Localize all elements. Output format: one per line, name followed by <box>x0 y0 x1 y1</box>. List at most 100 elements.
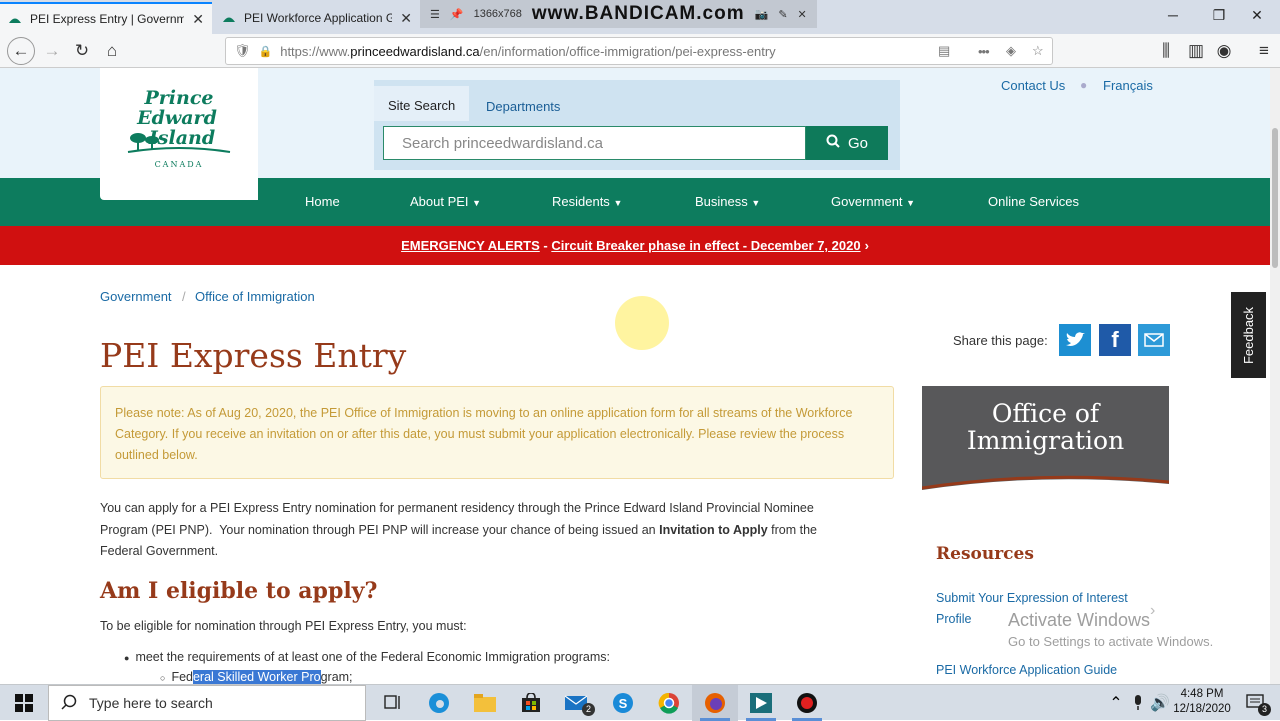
store-icon[interactable] <box>508 685 554 721</box>
tab-pei-express-entry[interactable]: PEI Express Entry | Government ✕ <box>0 2 212 34</box>
recorder-size: 1366x768 <box>473 8 522 20</box>
search-icon <box>826 134 840 152</box>
bullet-circle-icon: ○ <box>160 673 166 683</box>
windows-start-icon[interactable] <box>0 685 48 721</box>
page-title: PEI Express Entry <box>100 336 407 375</box>
chevron-down-icon: ▼ <box>751 198 761 208</box>
go-button[interactable]: Go <box>806 126 888 160</box>
minimize-icon[interactable]: ─ <box>1150 0 1196 30</box>
camera-icon[interactable]: 📷 <box>755 8 769 21</box>
shield-icon[interactable]: 🛡 <box>234 43 251 59</box>
chevron-up-icon[interactable]: ⌃ <box>1104 685 1128 721</box>
email-icon[interactable] <box>1138 324 1170 356</box>
pocket-icon[interactable]: ◈ <box>1006 43 1016 59</box>
facebook-icon[interactable]: f <box>1099 324 1131 356</box>
system-clock[interactable]: 4:48 PM 12/18/2020 <box>1168 687 1236 717</box>
firefox-icon[interactable] <box>692 685 738 721</box>
recorder-toolbar: ☰ 📌 1366x768 www.BANDICAM.com 📷 ✎ ✕ <box>420 0 817 28</box>
cursor-highlight <box>615 296 669 350</box>
edge-icon[interactable] <box>416 685 462 721</box>
menu-icon[interactable]: ☰ <box>430 8 440 21</box>
skype-icon[interactable]: S <box>600 685 646 721</box>
hamburger-menu-icon[interactable]: ≡ <box>1250 38 1278 64</box>
pen-icon[interactable]: ✎ <box>778 8 787 21</box>
go-label: Go <box>847 134 868 152</box>
nav-home[interactable]: Home <box>305 194 340 209</box>
windows-taskbar: Type here to search 2 S ⌃ 🔊 4:48 PM 12/1… <box>0 684 1280 721</box>
eligibility-text: To be eligible for nomination through PE… <box>100 619 467 633</box>
library-icon[interactable]: ⫼ <box>1152 38 1180 64</box>
lock-icon: 🔒 <box>258 45 273 58</box>
emergency-alert-bar[interactable]: EMERGENCY ALERTS - Circuit Breaker phase… <box>0 226 1270 265</box>
svg-text:S: S <box>619 696 628 711</box>
taskbar-search-input[interactable]: Type here to search <box>48 685 366 721</box>
pei-favicon-icon <box>222 13 236 23</box>
nav-residents[interactable]: Residents ▼ <box>552 194 622 209</box>
back-icon[interactable]: ← <box>7 37 35 65</box>
svg-text:Prince: Prince <box>144 87 214 109</box>
pei-logo[interactable]: Prince Edward Island CANADA <box>100 68 258 200</box>
notification-center-icon[interactable]: 3 <box>1236 685 1276 721</box>
reader-view-icon[interactable]: ▤ <box>938 43 950 59</box>
notice-box: Please note: As of Aug 20, 2020, the PEI… <box>100 386 894 479</box>
alert-label[interactable]: EMERGENCY ALERTS <box>401 238 540 253</box>
chrome-icon[interactable] <box>646 685 692 721</box>
sidebar-icon[interactable]: ▥ <box>1182 38 1210 64</box>
url-host: princeedwardisland.ca <box>350 43 480 59</box>
alert-text[interactable]: Circuit Breaker phase in effect - Decemb… <box>551 238 860 253</box>
close-tab-icon[interactable]: ✕ <box>400 10 412 27</box>
forward-icon[interactable]: → <box>38 38 66 64</box>
nav-government[interactable]: Government ▼ <box>831 194 915 209</box>
window-close-icon[interactable]: ✕ <box>1234 0 1280 30</box>
home-icon[interactable]: ⌂ <box>98 38 126 64</box>
breadcrumb-office-of-immigration[interactable]: Office of Immigration <box>195 289 315 304</box>
tab-departments[interactable]: Departments <box>472 92 574 121</box>
activate-windows-hint: Go to Settings to activate Windows. <box>1008 634 1214 649</box>
twitter-icon[interactable] <box>1059 324 1091 356</box>
bullet-icon: ● <box>124 653 130 663</box>
account-icon[interactable]: ◉ <box>1210 38 1238 64</box>
more-icon[interactable]: ••• <box>978 44 990 59</box>
close-tab-icon[interactable]: ✕ <box>192 11 204 28</box>
separator-dot: ● <box>1080 78 1088 92</box>
site-search-input[interactable]: Search princeedwardisland.ca <box>383 126 806 160</box>
activate-windows-watermark: Activate Windows <box>1008 610 1151 630</box>
web-page: Prince Edward Island CANADA Site Search … <box>0 68 1270 684</box>
mail-icon[interactable]: 2 <box>554 685 600 721</box>
microphone-icon[interactable] <box>1126 685 1150 721</box>
recorder-watermark: www.BANDICAM.com <box>531 3 745 24</box>
tab-workforce-guide[interactable]: PEI Workforce Application Guid ✕ <box>214 2 420 34</box>
browser-navbar: ← → ↻ ⌂ 🛡 🔒 https://www. princeedwardisla… <box>0 34 1280 68</box>
close-icon[interactable]: ✕ <box>798 8 807 21</box>
contact-us-link[interactable]: Contact Us <box>1001 78 1065 93</box>
chevron-down-icon: ▼ <box>613 198 623 208</box>
share-label: Share this page: <box>953 333 1048 348</box>
task-view-icon[interactable] <box>370 685 416 721</box>
francais-link[interactable]: Français <box>1103 78 1153 93</box>
notification-badge: 3 <box>1258 703 1271 716</box>
intro-paragraph: You can apply for a PEI Express Entry no… <box>100 501 817 558</box>
selected-text: eral Skilled Worker Pro <box>192 670 321 684</box>
tab-site-search[interactable]: Site Search <box>374 86 470 121</box>
pin-icon[interactable]: 📌 <box>450 8 464 21</box>
record-icon[interactable] <box>784 685 830 721</box>
bookmark-star-icon[interactable]: ☆ <box>1032 43 1044 59</box>
resource-link-workforce-guide[interactable]: PEI Workforce Application Guide <box>936 660 1117 681</box>
list-item: ○ Federal Skilled Worker Program; <box>160 670 353 684</box>
page-scrollbar[interactable] <box>1270 68 1280 684</box>
nav-business[interactable]: Business ▼ <box>695 194 760 209</box>
nav-online-services[interactable]: Online Services <box>988 194 1079 209</box>
scrollbar-thumb[interactable] <box>1272 128 1278 268</box>
resources-heading: Resources <box>936 544 1034 564</box>
address-bar[interactable]: 🛡 🔒 https://www. princeedwardisland.ca/en… <box>225 37 1053 65</box>
chevron-right-icon: › <box>1150 602 1156 619</box>
reload-icon[interactable]: ↻ <box>68 38 96 64</box>
svg-text:CANADA: CANADA <box>155 160 204 169</box>
file-explorer-icon[interactable] <box>462 685 508 721</box>
breadcrumb-government[interactable]: Government <box>100 289 172 304</box>
url-path: /en/information/office-immigration/pei-e… <box>479 43 776 59</box>
nav-about-pei[interactable]: About PEI ▼ <box>410 194 481 209</box>
search-icon <box>61 694 77 713</box>
bandicam-icon[interactable] <box>738 685 784 721</box>
feedback-button[interactable]: Feedback <box>1231 292 1266 378</box>
